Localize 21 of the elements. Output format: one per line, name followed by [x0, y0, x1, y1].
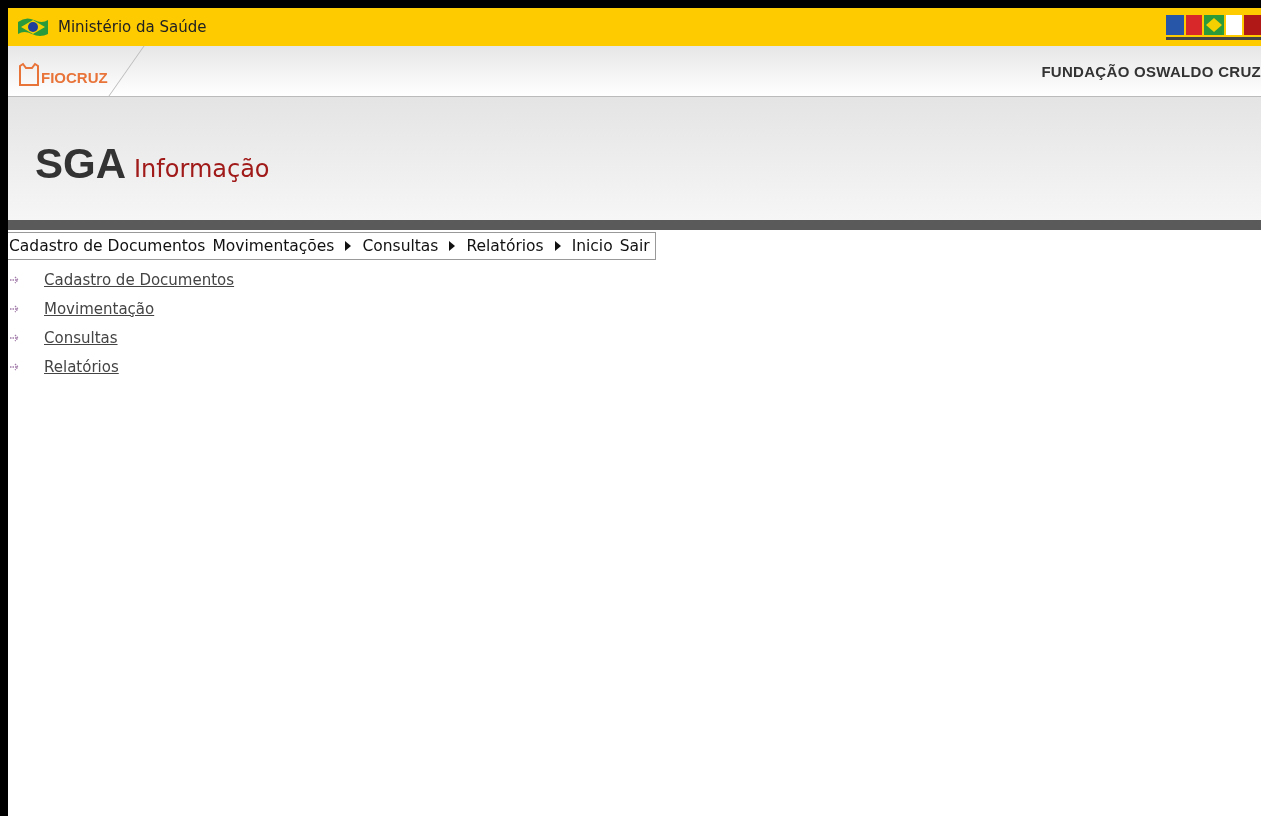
menu-link[interactable]: Consultas	[44, 328, 118, 347]
menu-item[interactable]: Movimentações	[212, 237, 335, 255]
menu-item[interactable]: Consultas	[362, 237, 439, 255]
institution-name: FUNDAÇÃO OSWALDO CRUZ	[1041, 62, 1261, 80]
menu-item[interactable]: Cadastro de Documentos	[9, 237, 206, 255]
menu-item[interactable]: Inicio	[571, 237, 613, 255]
menu-link[interactable]: Movimentação	[44, 299, 155, 318]
arrow-icon	[10, 275, 20, 284]
menu-item[interactable]: Relatórios	[466, 237, 544, 255]
menu-link[interactable]: Cadastro de Documentos	[44, 270, 235, 289]
app-title: SGA	[35, 139, 126, 188]
arrow-icon	[10, 333, 20, 342]
ministry-title: Ministério da Saúde	[58, 18, 208, 36]
arrow-icon	[10, 362, 20, 371]
menu-link[interactable]: Relatórios	[44, 357, 119, 376]
fiocruz-logo: FIOCRUZ	[8, 56, 108, 86]
building-icon	[18, 62, 40, 86]
app-subtitle: Informação	[134, 154, 270, 183]
menu-item[interactable]: Sair	[619, 237, 650, 255]
arrow-icon	[10, 304, 20, 313]
flag-icon	[16, 16, 50, 38]
